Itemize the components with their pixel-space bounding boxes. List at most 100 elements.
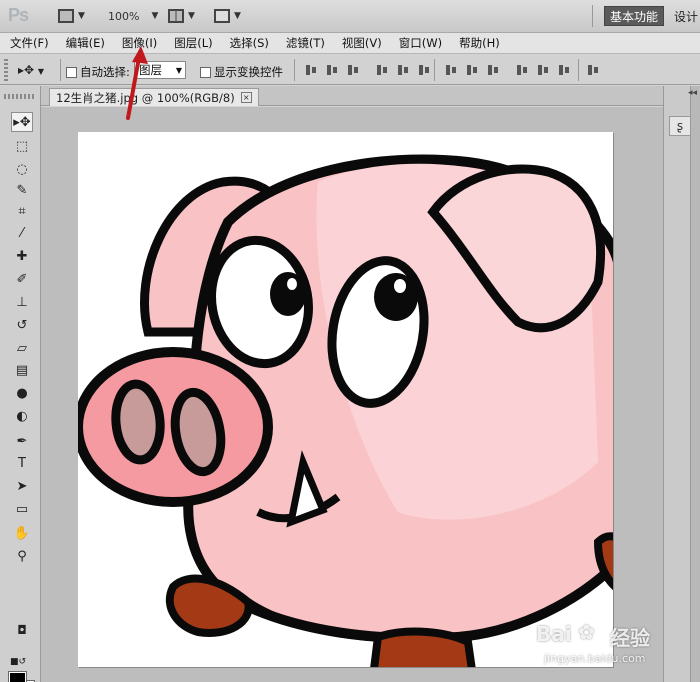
watermark-brand: Bai [536,622,572,646]
hand-tool-icon[interactable]: ✋ [11,523,33,543]
close-icon[interactable]: × [240,92,252,103]
history-panel-icon[interactable]: ʂ [669,116,691,136]
launch-bridge-button[interactable]: ▼ [58,7,85,25]
document-window [41,107,663,682]
history-brush-tool-icon[interactable]: ↺ [11,315,33,335]
menu-bar: 文件(F) 编辑(E) 图像(I) 图层(L) 选择(S) 滤镜(T) 视图(V… [0,33,700,54]
panel-dock-strip [690,86,700,682]
align-vertical-center-icon[interactable] [325,63,340,77]
distribute-left-icon[interactable] [515,63,530,77]
quick-select-tool-icon[interactable]: ✎ [11,180,33,200]
zoom-level-dropdown[interactable]: 100% ▼ [108,7,158,25]
auto-select-target-value: 图层 [139,63,162,77]
document-tab-title: 12生肖之猪.jpg @ 100%(RGB/8) [56,90,235,105]
menu-view[interactable]: 视图(V) [342,35,382,51]
chevron-down-icon: ▼ [37,67,45,76]
align-horizontal-center-icon[interactable] [396,63,411,77]
distribute-buttons [444,63,572,77]
distribute-horizontal-center-icon[interactable] [536,63,551,77]
menu-edit[interactable]: 编辑(E) [66,35,105,51]
distribute-vertical-center-icon[interactable] [465,63,480,77]
paw-icon: ✿ [578,620,595,644]
bridge-icon [58,9,74,23]
image-canvas[interactable] [78,132,613,667]
workspace-essentials-button[interactable]: 基本功能 [604,6,664,26]
chevron-down-icon: ▼ [234,11,241,21]
pig-hoof [370,627,476,667]
move-icon: ▸✥ [18,63,35,77]
arrange-documents-button[interactable]: ▼ [168,7,195,25]
divider [294,59,295,81]
auto-select-checkbox[interactable]: 自动选择: [66,64,130,80]
distribute-bottom-icon[interactable] [486,63,501,77]
baidu-watermark: Bai ✿ 经验 jingyan.baidu.com [536,620,696,676]
path-select-tool-icon[interactable]: ➤ [11,476,33,496]
auto-align-layers-icon[interactable] [586,63,601,77]
options-grip[interactable] [4,59,8,81]
marquee-tool-icon[interactable]: ⬚ [11,136,33,156]
dodge-tool-icon[interactable]: ◐ [11,406,33,426]
options-bar: ▸✥ ▼ 自动选择: 图层 ▼ 显示变换控件 [0,55,700,85]
pig-pupil [374,273,418,321]
auto-select-target-dropdown[interactable]: 图层 ▼ [134,61,186,79]
shape-tool-icon[interactable]: ▭ [11,499,33,519]
menu-filter[interactable]: 滤镜(T) [286,35,325,51]
document-tab-bar: 12生肖之猪.jpg @ 100%(RGB/8) × [41,86,663,106]
menu-layer[interactable]: 图层(L) [174,35,212,51]
eraser-tool-icon[interactable]: ▱ [11,338,33,358]
pig-nostril [111,379,165,465]
chevron-down-icon: ▼ [188,11,195,21]
photoshop-logo: Ps [8,5,29,25]
screen-mode-button[interactable]: ▼ [214,7,241,25]
document-tab[interactable]: 12生肖之猪.jpg @ 100%(RGB/8) × [49,88,259,106]
pig-eye-shine [287,278,297,290]
align-buttons [304,63,432,77]
workspace-design-button[interactable]: 设计 [674,8,698,25]
align-right-icon[interactable] [417,63,432,77]
align-bottom-icon[interactable] [346,63,361,77]
clone-stamp-tool-icon[interactable]: ⊥ [11,292,33,312]
healing-brush-tool-icon[interactable]: ✚ [11,246,33,266]
crop-tool-icon[interactable]: ⌗ [11,201,33,221]
menu-image[interactable]: 图像(I) [122,35,157,51]
distribute-top-icon[interactable] [444,63,459,77]
align-left-icon[interactable] [375,63,390,77]
chevron-down-icon: ▼ [151,11,159,21]
lasso-tool-icon[interactable]: ◌ [11,159,33,179]
zoom-tool-icon[interactable]: ⚲ [11,546,33,566]
tool-preset-picker[interactable]: ▸✥ ▼ [18,63,44,77]
default-colors-icon[interactable]: ■↺ [10,657,26,667]
move-tool-icon[interactable]: ▸✥ [11,112,33,132]
align-top-icon[interactable] [304,63,319,77]
divider [60,59,61,81]
quick-mask-icon[interactable]: ◘ [11,620,33,640]
chevron-down-icon: ▼ [175,65,182,75]
blur-tool-icon[interactable]: ● [11,383,33,403]
show-transform-controls-checkbox[interactable]: 显示变换控件 [200,64,283,80]
foreground-color-swatch[interactable] [8,671,27,682]
checkbox-box [66,66,77,78]
pig-illustration [78,154,613,667]
watermark-brand-cn: 经验 [610,626,650,650]
menu-file[interactable]: 文件(F) [10,35,49,51]
menu-help[interactable]: 帮助(H) [459,35,500,51]
brush-tool-icon[interactable]: ✐ [11,269,33,289]
checkbox-box [200,66,211,78]
collapse-panels-icon[interactable]: ◂◂ [688,88,697,98]
arrange-icon [168,9,184,23]
tools-panel-grip[interactable] [4,94,36,99]
tools-panel: ▸✥ ⬚ ◌ ✎ ⌗ ⁄ ✚ ✐ ⊥ ↺ ▱ ▤ ● ◐ ✒ T ➤ ▭ ✋ ⚲ ■↺ ◘ [0,86,41,682]
pig-eye-shine [394,279,406,293]
pen-tool-icon[interactable]: ✒ [11,431,33,451]
type-tool-icon[interactable]: T [11,453,33,473]
distribute-right-icon[interactable] [557,63,572,77]
application-bar: Ps ▼ 100% ▼ ▼ ▼ 基本功能 设计 [0,0,700,33]
watermark-url: jingyan.baidu.com [544,652,646,665]
gradient-tool-icon[interactable]: ▤ [11,360,33,380]
screen-mode-icon [214,9,230,23]
auto-select-label: 自动选择: [80,65,130,79]
panel-dock: ◂◂ ʂ [663,86,700,682]
eyedropper-tool-icon[interactable]: ⁄ [11,223,33,243]
menu-select[interactable]: 选择(S) [230,35,269,51]
menu-window[interactable]: 窗口(W) [399,35,442,51]
